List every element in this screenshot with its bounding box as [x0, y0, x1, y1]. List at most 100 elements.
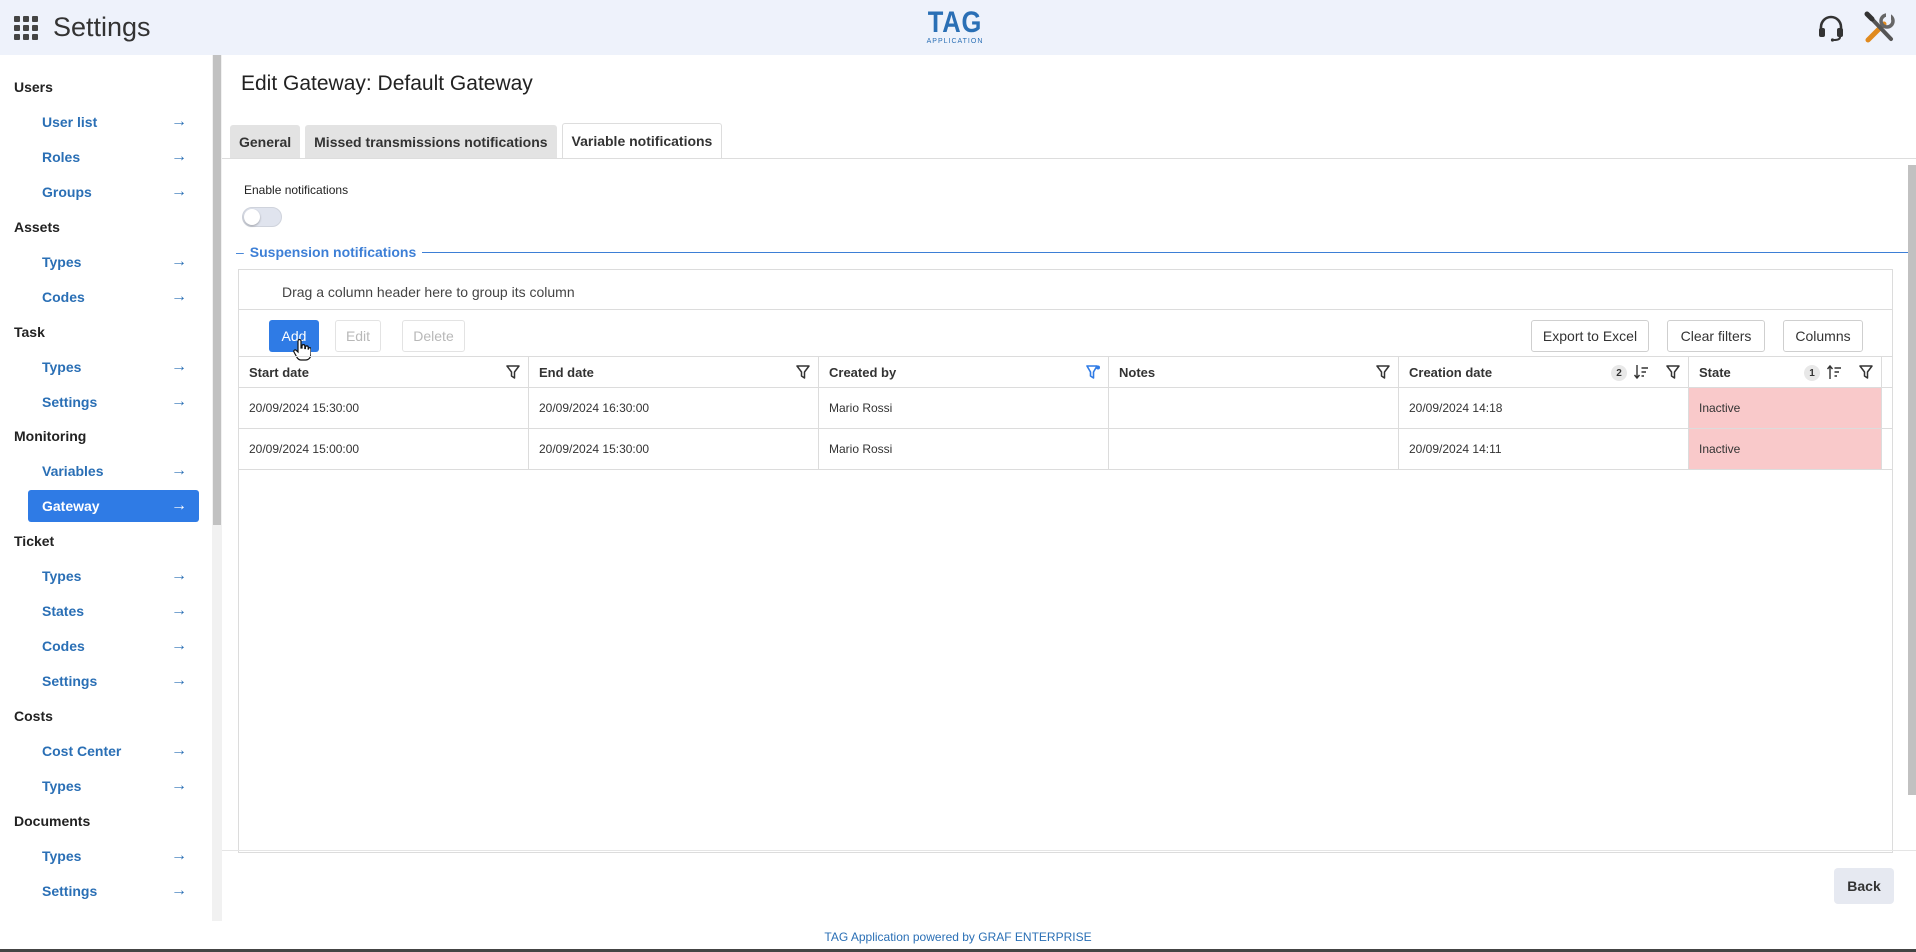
collapse-dash-icon: –: [236, 244, 244, 260]
arrow-right-icon: →: [171, 777, 187, 794]
column-header-creation-date[interactable]: Creation date 2: [1399, 357, 1689, 388]
sidebar-section-assets: Assets: [14, 219, 60, 235]
sidebar-scrollbar[interactable]: [212, 55, 222, 921]
arrow-right-icon: →: [171, 742, 187, 759]
cell-state: Inactive: [1689, 388, 1882, 428]
sidebar-item-asset-codes[interactable]: Codes →: [28, 281, 199, 313]
cell-notes: [1109, 388, 1399, 428]
sidebar-item-ticket-codes[interactable]: Codes →: [28, 630, 199, 662]
content-scrollbar[interactable]: [1908, 165, 1916, 795]
tag-logo: TAG APPLICATION: [926, 6, 984, 46]
column-header-end-date[interactable]: End date: [529, 357, 819, 388]
sidebar-item-task-settings[interactable]: Settings →: [28, 386, 199, 418]
arrow-right-icon: →: [171, 253, 187, 270]
arrow-right-icon: →: [171, 847, 187, 864]
sidebar-section-costs: Costs: [14, 708, 53, 724]
tools-icon[interactable]: [1862, 10, 1898, 46]
arrow-right-icon: →: [171, 113, 187, 130]
suspension-notifications-legend[interactable]: – Suspension notifications: [236, 244, 423, 260]
sidebar-item-task-types[interactable]: Types →: [28, 351, 199, 383]
cell-created-by: Mario Rossi: [819, 429, 1109, 469]
cell-created-by: Mario Rossi: [819, 388, 1109, 428]
column-header-notes[interactable]: Notes: [1109, 357, 1399, 388]
cell-start-date: 20/09/2024 15:30:00: [239, 388, 529, 428]
sidebar-item-ticket-settings[interactable]: Settings →: [28, 665, 199, 697]
filter-icon[interactable]: [796, 365, 810, 379]
cell-start-date: 20/09/2024 15:00:00: [239, 429, 529, 469]
sidebar-section-documents: Documents: [14, 813, 91, 829]
sidebar-item-ticket-types[interactable]: Types →: [28, 560, 199, 592]
filter-active-icon[interactable]: [1086, 365, 1100, 379]
arrow-right-icon: →: [171, 183, 187, 200]
app-title: Settings: [53, 12, 151, 42]
sidebar-item-asset-types[interactable]: Types →: [28, 246, 199, 278]
suspension-grid: Drag a column header here to group its c…: [238, 269, 1893, 853]
tabs-divider: [222, 158, 1916, 159]
edit-button[interactable]: Edit: [335, 320, 381, 352]
arrow-right-icon: →: [171, 637, 187, 654]
sidebar-scrollbar-thumb[interactable]: [213, 55, 221, 525]
tab-variable-notifications[interactable]: Variable notifications: [561, 123, 723, 159]
sidebar-item-user-list[interactable]: User list →: [28, 106, 199, 138]
column-header-created-by[interactable]: Created by: [819, 357, 1109, 388]
columns-button[interactable]: Columns: [1783, 320, 1863, 352]
page-title: Edit Gateway: Default Gateway: [241, 72, 533, 95]
table-row[interactable]: 20/09/2024 15:30:00 20/09/2024 16:30:00 …: [239, 388, 1892, 429]
apps-grid-icon[interactable]: [14, 16, 38, 40]
filter-icon[interactable]: [1666, 365, 1680, 379]
tab-bar: General Missed transmissions notificatio…: [230, 123, 727, 159]
clear-filters-button[interactable]: Clear filters: [1667, 320, 1765, 352]
group-panel[interactable]: Drag a column header here to group its c…: [239, 270, 1892, 310]
sort-ascending-icon[interactable]: [1826, 364, 1842, 380]
settings-sidebar: Users User list → Roles → Groups → Assets T…: [0, 55, 212, 921]
fieldset-divider: [236, 252, 1908, 253]
arrow-right-icon: →: [171, 882, 187, 899]
app-header: Settings TAG APPLICATION: [0, 0, 1916, 55]
sidebar-section-monitoring: Monitoring: [14, 428, 87, 444]
column-header-state[interactable]: State 1: [1689, 357, 1882, 388]
delete-button[interactable]: Delete: [402, 320, 465, 352]
sidebar-item-groups[interactable]: Groups →: [28, 176, 199, 208]
enable-notifications-label: Enable notifications: [244, 183, 349, 197]
column-header-start-date[interactable]: Start date: [239, 357, 529, 388]
cell-creation-date: 20/09/2024 14:18: [1399, 388, 1689, 428]
sidebar-item-gateway[interactable]: Gateway →: [28, 490, 199, 522]
sort-order-badge: 2: [1611, 365, 1627, 381]
tab-missed-transmissions[interactable]: Missed transmissions notifications: [305, 125, 557, 159]
sidebar-item-cost-center[interactable]: Cost Center →: [28, 735, 199, 767]
toggle-knob: [244, 209, 260, 225]
headset-icon[interactable]: [1816, 14, 1846, 42]
sidebar-item-cost-types[interactable]: Types →: [28, 770, 199, 802]
footer-divider: [222, 850, 1916, 851]
arrow-right-icon: →: [171, 288, 187, 305]
cell-state: Inactive: [1689, 429, 1882, 469]
export-excel-button[interactable]: Export to Excel: [1531, 320, 1649, 352]
arrow-right-icon: →: [171, 393, 187, 410]
sidebar-section-ticket: Ticket: [14, 533, 55, 549]
cell-notes: [1109, 429, 1399, 469]
tab-general[interactable]: General: [230, 125, 301, 159]
filter-icon[interactable]: [1859, 365, 1873, 379]
sidebar-item-document-types[interactable]: Types →: [28, 840, 199, 872]
sidebar-section-task: Task: [14, 324, 45, 340]
sort-order-badge: 1: [1804, 365, 1820, 381]
back-button[interactable]: Back: [1834, 868, 1894, 904]
arrow-right-icon: →: [171, 602, 187, 619]
grid-header-row: Start date End date Created by Notes Cre…: [239, 356, 1892, 388]
cell-creation-date: 20/09/2024 14:11: [1399, 429, 1689, 469]
arrow-right-icon: →: [171, 148, 187, 165]
table-row[interactable]: 20/09/2024 15:00:00 20/09/2024 15:30:00 …: [239, 429, 1892, 470]
enable-notifications-toggle[interactable]: [242, 207, 282, 227]
grid-toolbar: Add Edit Delete Export to Excel Clear fi…: [239, 311, 1892, 361]
arrow-right-icon: →: [171, 497, 187, 514]
arrow-right-icon: →: [171, 672, 187, 689]
sidebar-item-ticket-states[interactable]: States →: [28, 595, 199, 627]
sidebar-item-variables[interactable]: Variables →: [28, 455, 199, 487]
arrow-right-icon: →: [171, 358, 187, 375]
filter-icon[interactable]: [506, 365, 520, 379]
main-content: Edit Gateway: Default Gateway General Mi…: [222, 55, 1916, 921]
filter-icon[interactable]: [1376, 365, 1390, 379]
sidebar-item-roles[interactable]: Roles →: [28, 141, 199, 173]
sidebar-item-document-settings[interactable]: Settings →: [28, 875, 199, 907]
sort-descending-icon[interactable]: [1633, 364, 1649, 380]
